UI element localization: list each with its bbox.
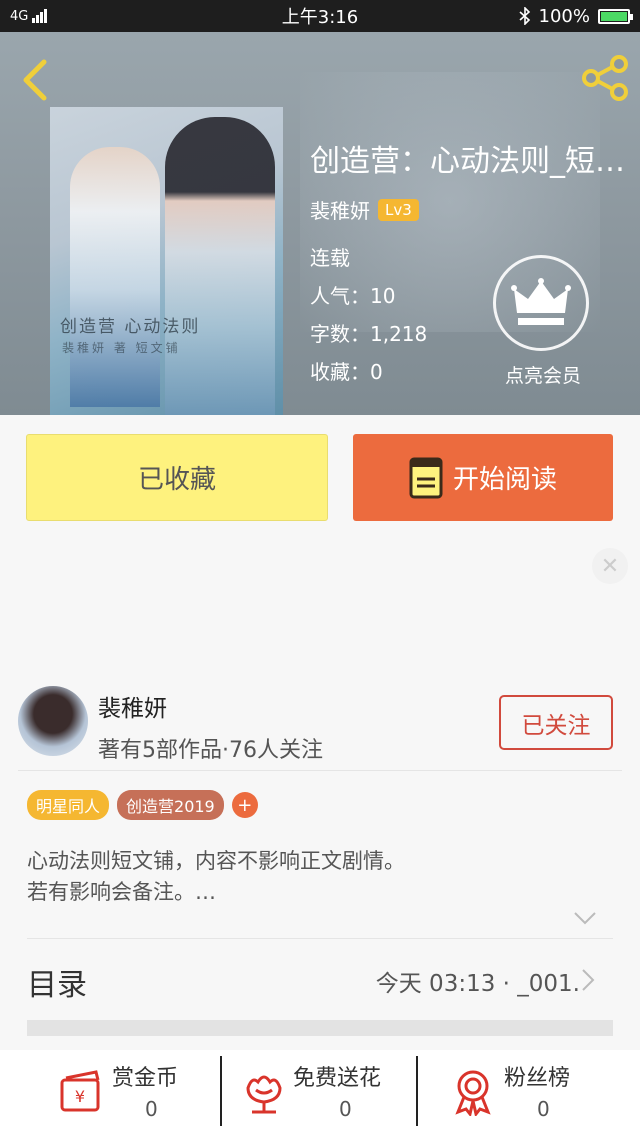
divider — [27, 938, 613, 939]
signal-label: 4G — [10, 8, 29, 24]
chevron-down-icon[interactable] — [573, 911, 597, 925]
red-envelope-icon: ¥ — [60, 1070, 100, 1112]
send-flower-count: 0 — [339, 1097, 352, 1121]
level-badge: Lv3 — [378, 198, 419, 221]
follow-label: 已关注 — [521, 712, 591, 739]
author-card-name: 裴稚妍 — [98, 696, 167, 722]
book-icon — [409, 457, 443, 498]
add-tag-button[interactable]: + — [231, 792, 258, 818]
battery-percent: 100% — [538, 5, 590, 27]
tag-chip[interactable]: 明星同人 — [27, 790, 110, 820]
author-avatar[interactable] — [18, 686, 88, 756]
tag-chip[interactable]: 创造营2019 — [117, 790, 224, 820]
reward-coins-count: 0 — [145, 1097, 158, 1121]
follow-button[interactable]: 已关注 — [499, 695, 613, 750]
favorited-label: 已收藏 — [137, 465, 216, 495]
word-count-stat: 字数：1,218 — [310, 322, 428, 346]
divider — [416, 1056, 418, 1126]
back-arrow-icon[interactable] — [18, 58, 54, 102]
flower-icon — [246, 1075, 282, 1114]
popularity-stat: 人气：10 — [310, 284, 396, 308]
start-reading-button[interactable]: 开始阅读 — [353, 434, 613, 521]
table-of-contents-row[interactable]: 目录 今天 03:13 · _001. — [0, 948, 640, 1012]
latest-chapter: 今天 03:13 · _001. — [375, 971, 580, 997]
book-author: 裴稚妍 Lv3 — [310, 195, 419, 224]
vip-button[interactable]: 点亮会员 — [493, 255, 593, 390]
share-icon[interactable] — [580, 55, 630, 101]
description-line: 若有影响会备注。… — [27, 880, 216, 904]
book-cover[interactable]: 创造营 心动法则 裴稚妍 著 短文铺 — [50, 107, 283, 415]
fan-ranking-button[interactable]: 粉丝榜 0 — [448, 1050, 598, 1138]
bluetooth-icon — [518, 7, 530, 25]
bottom-action-bar: ¥ 赏金币 0 免费送花 0 粉丝榜 0 — [0, 1050, 640, 1138]
book-title: 创造营：心动法则_短… — [310, 144, 625, 179]
favorites-stat: 收藏：0 — [310, 360, 383, 384]
medal-icon — [455, 1070, 491, 1116]
cover-subtitle-text: 裴稚妍 著 短文铺 — [62, 341, 181, 355]
divider — [220, 1056, 222, 1126]
status-bar: 4G 上午3:16 100% — [0, 0, 640, 32]
vip-label: 点亮会员 — [504, 365, 581, 387]
send-flower-button[interactable]: 免费送花 0 — [240, 1050, 410, 1138]
close-icon[interactable]: ✕ — [592, 548, 628, 584]
crown-icon — [511, 278, 571, 325]
chevron-right-icon — [582, 969, 595, 991]
battery-icon — [598, 8, 633, 24]
signal-bars-icon — [32, 9, 48, 23]
fan-ranking-label: 粉丝榜 — [504, 1066, 571, 1091]
author-card[interactable]: 裴稚妍 著有5部作品·76人关注 已关注 — [0, 680, 640, 770]
toc-title: 目录 — [27, 968, 87, 1003]
author-card-stats: 著有5部作品·76人关注 — [98, 738, 323, 763]
send-flower-label: 免费送花 — [293, 1066, 382, 1091]
favorited-button[interactable]: 已收藏 — [26, 434, 328, 521]
start-reading-label: 开始阅读 — [452, 465, 557, 495]
cover-title-text: 创造营 心动法则 — [60, 317, 201, 337]
description-line: 心动法则短文铺，内容不影响正文剧情。 — [27, 849, 405, 873]
tag-list: 明星同人 创造营2019 + — [27, 790, 258, 820]
serial-status: 连载 — [310, 246, 350, 270]
svg-text:¥: ¥ — [75, 1087, 85, 1106]
fan-ranking-count: 0 — [537, 1097, 550, 1121]
reward-coins-label: 赏金币 — [112, 1066, 179, 1091]
book-description: 心动法则短文铺，内容不影响正文剧情。 若有影响会备注。… — [27, 846, 405, 908]
section-separator — [27, 1020, 613, 1036]
author-name: 裴稚妍 — [310, 199, 370, 223]
divider — [18, 770, 622, 771]
reward-coins-button[interactable]: ¥ 赏金币 0 — [55, 1050, 215, 1138]
signal-indicator: 4G — [10, 9, 48, 24]
